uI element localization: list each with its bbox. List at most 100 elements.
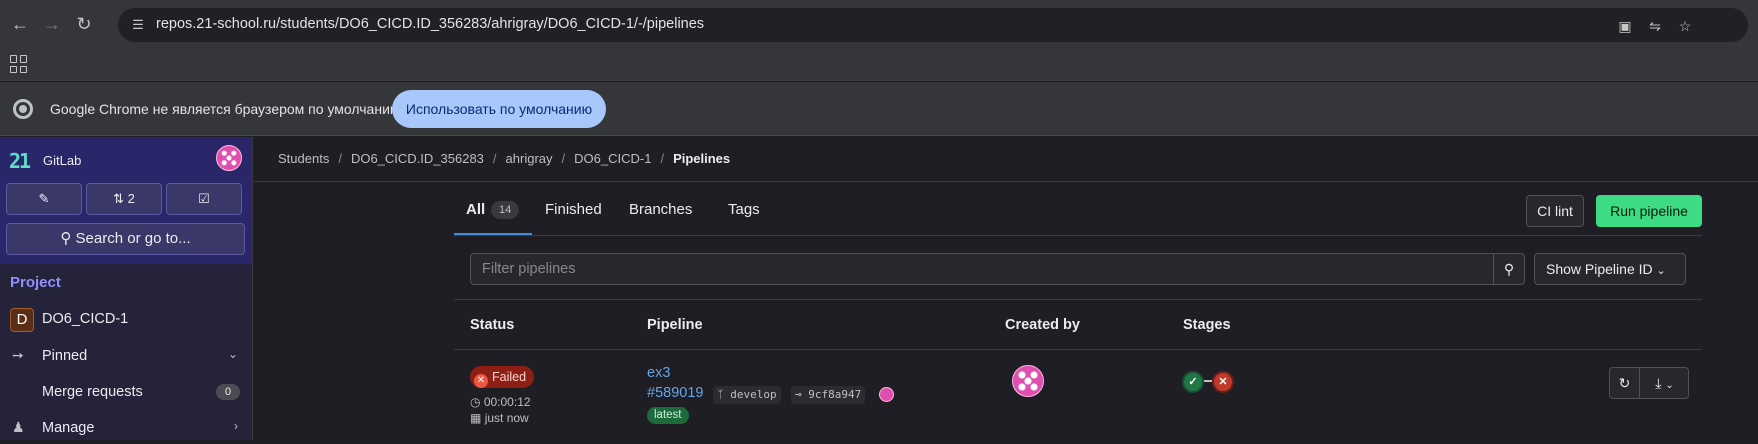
site-info-icon[interactable]: ☰ bbox=[128, 15, 148, 35]
chevron-down-icon: ⌄ bbox=[1656, 265, 1666, 277]
created-by-avatar[interactable] bbox=[1012, 365, 1044, 397]
merge-requests-button[interactable]: ⇅ 2 bbox=[86, 183, 162, 215]
sidebar-item-manage[interactable]: ♟ Manage › bbox=[0, 412, 252, 444]
sidebar-item-label: Pinned bbox=[42, 348, 88, 364]
merge-request-icon: ⇅ bbox=[113, 191, 125, 206]
failed-x-icon: ✕ bbox=[474, 374, 488, 388]
retry-button[interactable]: ↻ bbox=[1610, 368, 1640, 398]
divider bbox=[254, 181, 1758, 182]
set-default-button[interactable]: Использовать по умолчанию bbox=[392, 90, 606, 128]
show-pipeline-id-dropdown[interactable]: Show Pipeline ID ⌄ bbox=[1534, 253, 1686, 285]
breadcrumb-students[interactable]: Students bbox=[278, 151, 329, 166]
chrome-logo-icon bbox=[13, 99, 33, 119]
divider bbox=[454, 349, 1702, 350]
pipeline-duration: ◷ 00:00:12 bbox=[470, 395, 531, 409]
manage-icon: ♟ bbox=[12, 419, 25, 435]
stage-connector bbox=[1204, 380, 1212, 382]
default-browser-infobar: Google Chrome не является браузером по у… bbox=[0, 82, 1758, 136]
bookmarks-bar bbox=[0, 48, 1758, 81]
tab-branches[interactable]: Branches bbox=[629, 201, 692, 218]
main-content: Students / DO6_CICD.ID_356283/ahrigray / DO6… bbox=[254, 137, 1758, 440]
divider bbox=[454, 299, 1702, 300]
todo-checkbox-icon: ☑ bbox=[198, 191, 210, 206]
stage-failed-icon[interactable]: ✕ bbox=[1212, 371, 1234, 393]
breadcrumb-project[interactable]: DO6_CICD-1 bbox=[574, 151, 651, 166]
clock-icon: ◷ bbox=[470, 395, 481, 409]
stage-success-icon[interactable]: ✓ bbox=[1182, 371, 1204, 393]
install-app-icon[interactable]: ▣ bbox=[1614, 15, 1636, 37]
search-icon: ⚲ bbox=[60, 230, 72, 247]
back-icon[interactable]: ← bbox=[8, 12, 32, 36]
retry-icon: ↻ bbox=[1618, 375, 1631, 391]
brand-label[interactable]: GitLab bbox=[43, 153, 81, 168]
dropdown-label: Show Pipeline ID bbox=[1546, 261, 1653, 277]
pin-icon: ➙ bbox=[12, 347, 24, 363]
breadcrumb-user[interactable]: ahrigray bbox=[506, 151, 553, 166]
pipeline-name-link[interactable]: ex3 bbox=[647, 365, 670, 381]
pipeline-id-link[interactable]: #589019 bbox=[647, 385, 703, 401]
commit-icon: ⊸ bbox=[795, 388, 802, 401]
section-heading: Project bbox=[10, 274, 61, 291]
tab-label: All bbox=[466, 201, 486, 218]
reload-icon[interactable]: ↻ bbox=[72, 12, 96, 36]
merge-requests-count: 2 bbox=[127, 191, 135, 206]
tab-all[interactable]: All 14 bbox=[466, 201, 520, 219]
breadcrumb-current[interactable]: Pipelines bbox=[673, 151, 730, 166]
search-button[interactable]: ⚲ Search or go to... bbox=[6, 223, 245, 255]
breadcrumb: Students / DO6_CICD.ID_356283/ahrigray / DO6… bbox=[278, 151, 731, 166]
sidebar: 21 GitLab ✎ ⇅ 2 ☑ ⚲ Search or go to... P… bbox=[0, 137, 253, 440]
column-header-created-by: Created by bbox=[1005, 317, 1080, 333]
branch-ref-link[interactable]: ᛉ develop bbox=[713, 386, 781, 404]
chevron-down-icon: ⌄ bbox=[227, 347, 238, 361]
finished-value: just now bbox=[484, 411, 529, 425]
translate-icon[interactable]: ⇋ bbox=[1644, 15, 1666, 37]
chevron-right-icon: › bbox=[234, 419, 238, 433]
browser-toolbar: ← → ↻ ☰ repos.21-school.ru/students/DO6_… bbox=[0, 0, 1758, 48]
bookmark-star-icon[interactable]: ☆ bbox=[1674, 15, 1696, 37]
status-badge[interactable]: ✕ Failed bbox=[470, 366, 535, 388]
chevron-down-icon: ⌄ bbox=[1665, 380, 1674, 391]
school21-logo-icon[interactable]: 21 bbox=[9, 151, 35, 171]
sidebar-item-pinned[interactable]: ➙ Pinned ⌄ bbox=[0, 340, 252, 372]
address-bar[interactable]: ☰ repos.21-school.ru/students/DO6_CICD.I… bbox=[118, 8, 1748, 42]
column-header-pipeline: Pipeline bbox=[647, 317, 703, 333]
branch-icon: ᛉ bbox=[717, 388, 724, 401]
project-avatar: D bbox=[10, 308, 34, 332]
breadcrumb-group[interactable]: DO6_CICD.ID_356283 bbox=[351, 151, 484, 166]
sidebar-item-merge-requests[interactable]: Merge requests 0 bbox=[0, 376, 252, 408]
issues-icon: ✎ bbox=[38, 191, 50, 206]
user-avatar[interactable] bbox=[216, 145, 242, 171]
ci-lint-button[interactable]: CI lint bbox=[1526, 195, 1584, 227]
download-artifacts-button[interactable]: ⤓ ⌄ bbox=[1641, 368, 1688, 398]
apps-grid-icon[interactable] bbox=[10, 55, 28, 73]
divider bbox=[454, 235, 1702, 236]
commit-author-avatar[interactable] bbox=[879, 387, 894, 402]
column-header-status: Status bbox=[470, 317, 515, 333]
download-icon: ⤓ bbox=[1655, 375, 1662, 391]
sidebar-item-label: Merge requests bbox=[42, 384, 143, 400]
url-text[interactable]: repos.21-school.ru/students/DO6_CICD.ID_… bbox=[156, 16, 704, 32]
status-label: Failed bbox=[492, 370, 527, 384]
search-label: Search or go to... bbox=[75, 230, 191, 247]
commit-sha-link[interactable]: ⊸ 9cf8a947 bbox=[791, 386, 866, 404]
column-header-stages: Stages bbox=[1183, 317, 1231, 333]
duration-value: 00:00:12 bbox=[483, 395, 531, 409]
latest-badge: latest bbox=[647, 407, 689, 424]
pipeline-actions: ↻ ⤓ ⌄ bbox=[1609, 367, 1689, 399]
commit-sha: 9cf8a947 bbox=[808, 388, 862, 401]
calendar-icon: ▦ bbox=[470, 411, 482, 425]
project-name: DO6_CICD-1 bbox=[42, 311, 129, 327]
tab-tags[interactable]: Tags bbox=[728, 201, 760, 218]
todos-button[interactable]: ☑ bbox=[166, 183, 242, 215]
issues-button[interactable]: ✎ bbox=[6, 183, 82, 215]
sidebar-header: 21 GitLab ✎ ⇅ 2 ☑ ⚲ Search or go to... bbox=[0, 137, 252, 264]
infobar-message: Google Chrome не является браузером по у… bbox=[50, 101, 405, 117]
forward-icon[interactable]: → bbox=[40, 12, 64, 36]
branch-name: develop bbox=[730, 388, 777, 401]
tab-count-badge: 14 bbox=[491, 201, 520, 219]
filter-pipelines-input[interactable]: Filter pipelines bbox=[470, 253, 1494, 285]
pipeline-finished-time: ▦ just now bbox=[470, 411, 529, 425]
filter-search-button[interactable]: ⚲ bbox=[1493, 253, 1525, 285]
run-pipeline-button[interactable]: Run pipeline bbox=[1596, 195, 1702, 227]
tab-finished[interactable]: Finished bbox=[545, 201, 602, 218]
